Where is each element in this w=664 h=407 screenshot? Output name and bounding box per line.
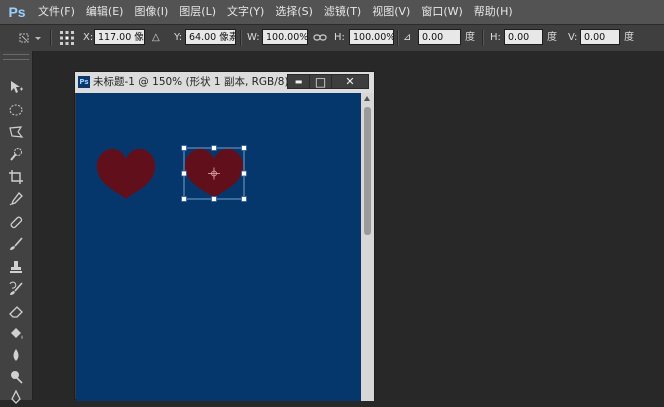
menu-bar: Ps 文件(F) 编辑(E) 图像(I) 图层(L) 文字(Y) 选择(S) 滤… — [0, 0, 664, 24]
spot-healing-icon[interactable] — [4, 212, 28, 232]
paint-bucket-icon[interactable] — [4, 323, 28, 343]
transform-handle[interactable] — [181, 170, 187, 177]
brush-icon[interactable] — [4, 234, 28, 254]
history-brush-icon[interactable] — [4, 279, 28, 299]
document-title-bar[interactable]: Ps 未标题-1 @ 150% (形状 1 副本, RGB/8)... ▬ □ … — [75, 72, 374, 93]
tool-preset-icon[interactable] — [14, 30, 44, 46]
h-label: H: — [334, 32, 345, 43]
menu-view[interactable]: 视图(V) — [368, 0, 417, 24]
crop-icon[interactable] — [4, 167, 28, 187]
eyedropper-icon[interactable] — [4, 189, 28, 209]
heart-shape[interactable] — [96, 148, 156, 199]
rotation-input[interactable]: 0.00 — [418, 29, 461, 45]
photoshop-document-icon: Ps — [78, 76, 90, 88]
scrollbar-thumb[interactable] — [364, 107, 371, 235]
separator — [50, 30, 52, 46]
minimize-button[interactable]: ▬ — [287, 74, 310, 89]
document-window: Ps 未标题-1 @ 150% (形状 1 副本, RGB/8)... ▬ □ … — [74, 71, 375, 401]
transform-handle[interactable] — [181, 196, 187, 202]
transform-handle[interactable] — [241, 170, 247, 177]
lasso-icon[interactable] — [4, 122, 28, 142]
h-skew-input[interactable]: 0.00 — [504, 29, 543, 45]
transform-handle[interactable] — [181, 145, 187, 151]
transform-handle[interactable] — [211, 145, 217, 151]
blur-icon[interactable] — [4, 345, 28, 365]
tools-panel — [0, 51, 33, 404]
h-skew-label: H: — [490, 32, 501, 43]
x-label: X: — [83, 32, 94, 43]
separator — [397, 30, 399, 46]
options-bar: X: 117.00 像素 △ Y: 64.00 像素 W: 100.00% H:… — [0, 24, 664, 52]
x-input[interactable]: 117.00 像素 — [94, 29, 145, 45]
v-skew-unit: 度 — [624, 32, 634, 43]
menu-image[interactable]: 图像(I) — [130, 0, 175, 24]
eraser-icon[interactable] — [4, 301, 28, 321]
w-label: W: — [247, 32, 260, 43]
y-label: Y: — [174, 32, 183, 43]
maximize-button[interactable]: □ — [309, 74, 332, 89]
panel-grip[interactable] — [3, 54, 29, 60]
separator — [482, 30, 484, 46]
transform-handle[interactable] — [211, 196, 217, 202]
quick-selection-icon[interactable] — [4, 145, 28, 165]
photoshop-logo: Ps — [8, 4, 26, 20]
menu-filter[interactable]: 滤镜(T) — [320, 0, 368, 24]
h-skew-unit: 度 — [547, 32, 557, 43]
rotate-angle-icon: ⊿ — [403, 32, 412, 43]
transform-handle[interactable] — [241, 145, 247, 151]
y-input[interactable]: 64.00 像素 — [185, 29, 236, 45]
delta-icon[interactable]: △ — [152, 30, 160, 46]
v-skew-input[interactable]: 0.00 — [580, 29, 620, 45]
menu-help[interactable]: 帮助(H) — [470, 0, 520, 24]
rotation-unit: 度 — [465, 32, 475, 43]
menu-select[interactable]: 选择(S) — [271, 0, 320, 24]
canvas-artwork — [96, 145, 247, 202]
v-skew-label: V: — [568, 32, 578, 43]
menu-type[interactable]: 文字(Y) — [223, 0, 271, 24]
width-input[interactable]: 100.00% — [262, 29, 308, 45]
move-tool-icon[interactable] — [4, 77, 28, 97]
pen-icon[interactable] — [4, 387, 28, 407]
menu-layer[interactable]: 图层(L) — [175, 0, 223, 24]
canvas[interactable] — [76, 93, 361, 401]
clone-stamp-icon[interactable] — [4, 257, 28, 277]
elliptical-marquee-icon[interactable] — [4, 100, 28, 120]
dodge-icon[interactable] — [4, 367, 28, 387]
menu-window[interactable]: 窗口(W) — [417, 0, 469, 24]
vertical-scrollbar[interactable] — [361, 93, 374, 401]
height-input[interactable]: 100.00% — [349, 29, 394, 45]
separator — [240, 30, 242, 46]
link-icon[interactable] — [313, 32, 327, 44]
scroll-up-arrow-icon[interactable] — [364, 96, 370, 101]
close-button[interactable]: ✕ — [331, 74, 369, 89]
menu-edit[interactable]: 编辑(E) — [82, 0, 131, 24]
reference-point-icon[interactable] — [59, 30, 75, 46]
transform-handle[interactable] — [241, 196, 247, 202]
document-title: 未标题-1 @ 150% (形状 1 副本, RGB/8)... — [93, 76, 299, 88]
menu-file[interactable]: 文件(F) — [34, 0, 82, 24]
